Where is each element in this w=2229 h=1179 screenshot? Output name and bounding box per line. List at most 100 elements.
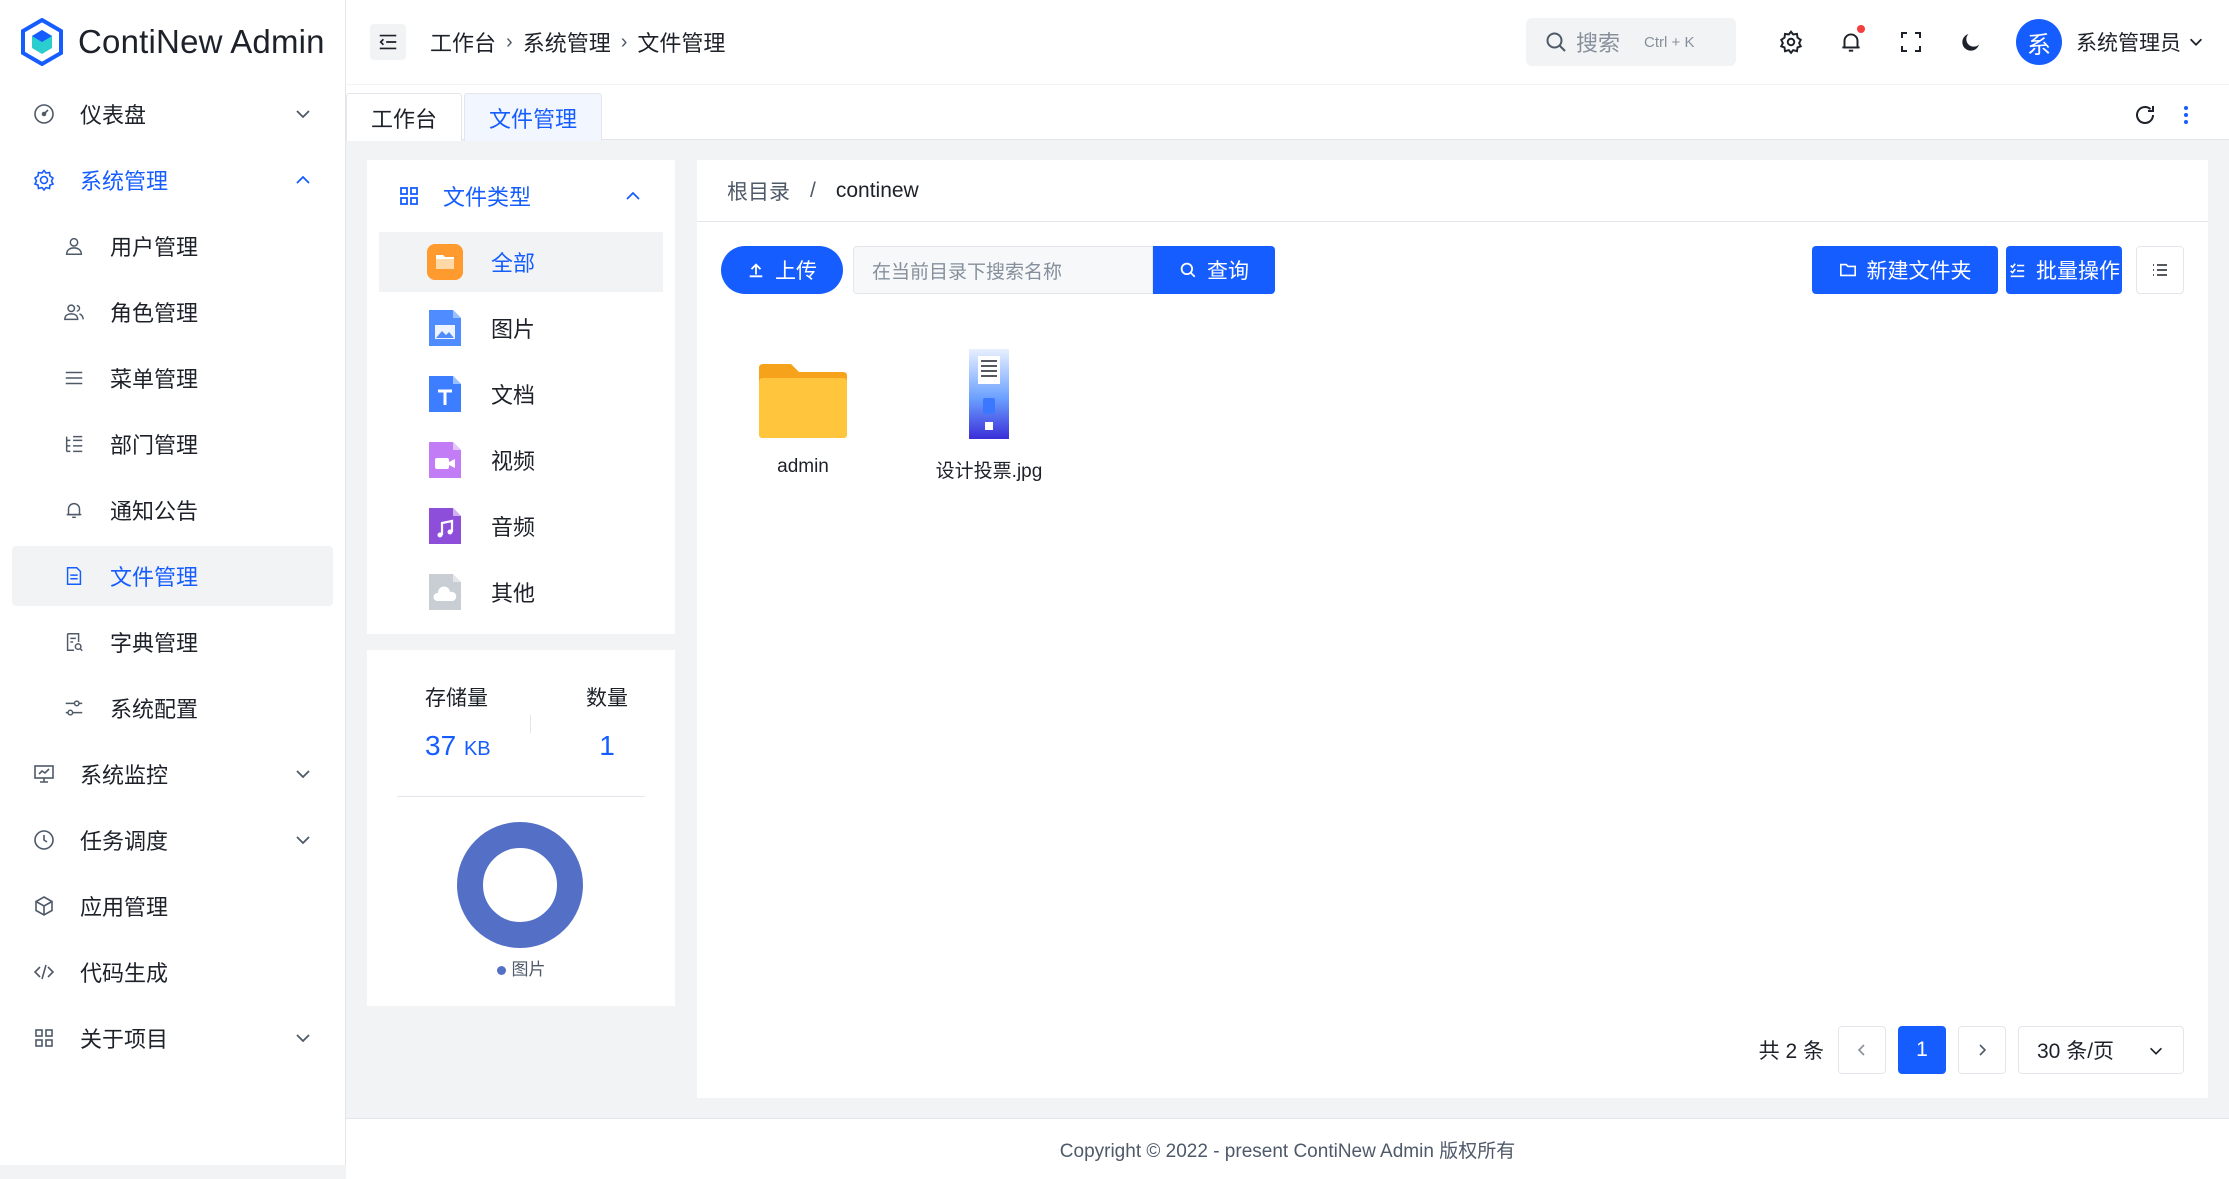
sidebar-item-about[interactable]: 关于项目 <box>12 1008 333 1068</box>
file-browser-panel: 根目录 / continew 上传 在当前目录下搜索名称 查询 新建文件夹 批量… <box>697 160 2208 1098</box>
file-types-header[interactable]: 文件类型 <box>367 160 675 232</box>
chevron-right-icon: › <box>506 30 513 53</box>
donut-slice[interactable] <box>457 822 583 948</box>
image-preview-icon <box>969 349 1009 439</box>
file-type-other[interactable]: 其他 <box>379 562 663 622</box>
file-type-video[interactable]: 视频 <box>379 430 663 490</box>
sidebar-item-config[interactable]: 系统配置 <box>12 678 333 738</box>
search-icon <box>1546 32 1566 52</box>
sidebar-item-notices[interactable]: 通知公告 <box>12 480 333 540</box>
sidebar-item-label: 角色管理 <box>110 301 199 326</box>
refresh-icon[interactable] <box>2133 103 2157 127</box>
prev-page-button[interactable] <box>1838 1026 1886 1074</box>
chevron-right-icon: › <box>620 30 628 53</box>
search-placeholder: 搜索 <box>1576 31 1621 56</box>
notifications-button[interactable] <box>1836 25 1866 57</box>
file-icon <box>60 562 88 590</box>
legend-dot <box>496 966 506 976</box>
fullscreen-button[interactable] <box>1896 27 1926 57</box>
sidebar-item-label: 部门管理 <box>110 433 199 458</box>
sidebar-item-label: 任务调度 <box>80 829 169 854</box>
file-grid: admin 设计投票.jpg <box>727 338 1099 483</box>
sidebar-item-system[interactable]: 系统管理 <box>12 150 333 210</box>
file-name: 设计投票.jpg <box>935 461 1043 482</box>
chevron-up-icon <box>626 191 640 200</box>
file-types-title: 文件类型 <box>443 185 532 210</box>
path-root[interactable]: 根目录 <box>727 176 790 206</box>
sidebar-item-departments[interactable]: 部门管理 <box>12 414 333 474</box>
file-search-input[interactable]: 在当前目录下搜索名称 <box>853 246 1153 294</box>
count-value: 1 <box>599 730 615 761</box>
sidebar-item-dashboard[interactable]: 仪表盘 <box>12 84 333 144</box>
notification-badge <box>1857 25 1865 33</box>
path-current: continew <box>835 178 919 202</box>
folder-icon <box>427 244 463 280</box>
user-name[interactable]: 系统管理员 <box>2076 27 2181 57</box>
sidebar-item-roles[interactable]: 角色管理 <box>12 282 333 342</box>
more-vertical-icon[interactable] <box>2183 103 2189 127</box>
upload-button[interactable]: 上传 <box>721 246 843 294</box>
path-separator: / <box>810 178 816 202</box>
document-icon <box>429 376 461 412</box>
collapse-sidebar-button[interactable] <box>370 24 406 60</box>
user-icon <box>60 232 88 260</box>
batch-operation-button[interactable]: 批量操作 <box>2006 246 2122 294</box>
file-name: admin <box>777 456 829 477</box>
breadcrumb-item[interactable]: 工作台 <box>430 26 496 58</box>
sidebar: ContiNew Admin 仪表盘 系统管理 用户管理 角色管理 菜单管理 部… <box>0 0 346 1179</box>
file-type-audio[interactable]: 音频 <box>379 496 663 556</box>
sidebar-scrollbar[interactable] <box>0 1165 346 1179</box>
tab-workbench[interactable]: 工作台 <box>346 93 463 141</box>
sidebar-item-files[interactable]: 文件管理 <box>12 546 333 606</box>
storage-label: 存储量 <box>425 687 488 710</box>
avatar[interactable]: 系 <box>2016 19 2062 65</box>
sidebar-item-label: 用户管理 <box>110 235 199 260</box>
app-logo[interactable]: ContiNew Admin <box>0 0 345 84</box>
breadcrumb-item[interactable]: 系统管理 <box>523 26 611 58</box>
file-type-document[interactable]: 文档 <box>379 364 663 424</box>
query-label: 查询 <box>1207 260 1249 283</box>
sidebar-item-label: 代码生成 <box>80 961 169 986</box>
sidebar-item-menus[interactable]: 菜单管理 <box>12 348 333 408</box>
next-page-button[interactable] <box>1958 1026 2006 1074</box>
sidebar-item-scheduler[interactable]: 任务调度 <box>12 810 333 870</box>
sidebar-item-users[interactable]: 用户管理 <box>12 216 333 276</box>
settings-button[interactable] <box>1776 27 1806 57</box>
fullscreen-icon <box>1901 32 1921 52</box>
page-size-select[interactable]: 30 条/页 <box>2018 1026 2184 1074</box>
sidebar-item-codegen[interactable]: 代码生成 <box>12 942 333 1002</box>
department-icon <box>60 430 88 458</box>
sidebar-item-label: 应用管理 <box>80 895 169 920</box>
chart-legend[interactable]: 图片 <box>367 955 675 980</box>
sidebar-item-apps[interactable]: 应用管理 <box>12 876 333 936</box>
file-type-donut-chart[interactable] <box>445 818 595 952</box>
gear-icon <box>1779 30 1803 55</box>
tab-file-management[interactable]: 文件管理 <box>464 93 603 141</box>
chevron-down-icon <box>296 836 310 845</box>
theme-toggle-button[interactable] <box>1956 27 1986 57</box>
sidebar-item-monitor[interactable]: 系统监控 <box>12 744 333 804</box>
sidebar-item-label: 系统管理 <box>80 169 169 194</box>
new-folder-button[interactable]: 新建文件夹 <box>1812 246 1998 294</box>
file-type-label: 音频 <box>491 515 536 540</box>
query-button[interactable]: 查询 <box>1153 246 1275 294</box>
file-type-image[interactable]: 图片 <box>379 298 663 358</box>
chevron-down-icon[interactable] <box>2187 33 2205 51</box>
view-mode-button[interactable] <box>2136 246 2184 294</box>
file-type-all[interactable]: 全部 <box>379 232 663 292</box>
dictionary-icon <box>60 628 88 656</box>
sidebar-item-dictionary[interactable]: 字典管理 <box>12 612 333 672</box>
sidebar-item-label: 系统配置 <box>110 697 199 722</box>
global-search[interactable]: 搜索 Ctrl + K <box>1526 18 1736 66</box>
page-size-value: 30 条/页 <box>2037 1040 2115 1063</box>
file-item[interactable]: 设计投票.jpg <box>913 338 1065 483</box>
file-type-label: 文档 <box>491 383 536 408</box>
sidebar-menu: 仪表盘 系统管理 用户管理 角色管理 菜单管理 部门管理 通知公告 文件管理 字… <box>0 84 345 1068</box>
file-item[interactable]: admin <box>727 338 879 483</box>
page-button[interactable]: 1 <box>1898 1026 1946 1074</box>
tabs-bar: 工作台 文件管理 <box>346 84 2229 141</box>
file-type-label: 图片 <box>491 317 536 342</box>
pagination: 共 2 条 1 30 条/页 <box>1759 1026 2184 1074</box>
file-type-label: 其他 <box>491 581 536 606</box>
apps-icon <box>400 187 418 205</box>
